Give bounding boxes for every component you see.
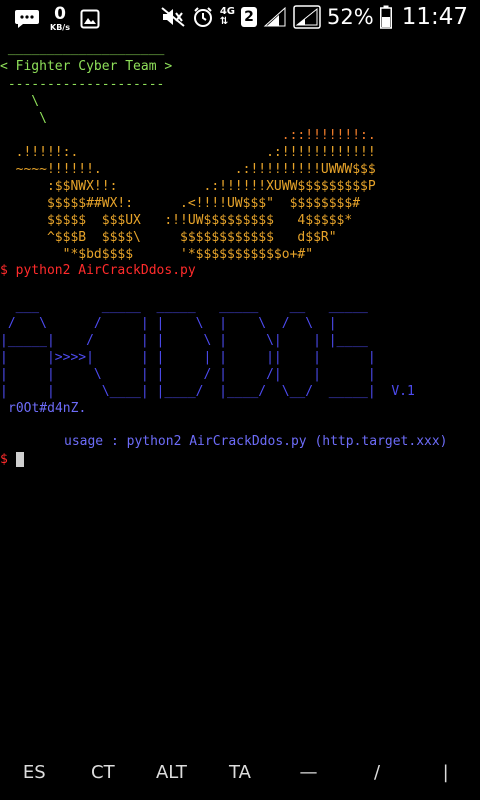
key-alt[interactable]: ALT	[137, 762, 205, 783]
banner-top-rule: ____________________	[0, 41, 165, 56]
signal-strength-sim2-icon	[293, 5, 321, 29]
gallery-notification-icon	[80, 9, 100, 29]
logo-line: / \ / | | \ | \ / \ |	[0, 316, 337, 331]
logo-line: | | \____| |____/ |____/ \__/ _____| V.1	[0, 384, 415, 399]
banner-team-name: < Fighter Cyber Team >	[0, 59, 173, 74]
key-slash[interactable]: /	[343, 762, 411, 783]
mute-icon	[161, 7, 185, 27]
logo-line: |_____| / | | \ | \| | |____	[0, 333, 368, 348]
logo-line: | | \ | | / | /| | |	[0, 367, 376, 382]
logo-line: ___ _____ _____ _____ __ _____	[0, 299, 368, 314]
ascii-art-line: .::!!!!!!!:.	[0, 128, 376, 143]
data-arrows-icon: ⇅	[219, 16, 229, 27]
network-speed: 0 KB/s	[50, 6, 70, 32]
ascii-art-line: .!!!!!:. .:!!!!!!!!!!!!	[0, 145, 376, 160]
author-tag: r0Ot#d4nZ.	[8, 401, 87, 416]
command-prompt: $	[0, 263, 8, 278]
banner-slash-2: \	[0, 111, 47, 126]
network-type: 4G ⇅	[220, 7, 235, 27]
ascii-art-line: :$$NWX!!: .:!!!!!!XUWW$$$$$$$$$P	[0, 179, 376, 194]
command-text: python2 AirCrackDdos.py	[15, 263, 196, 278]
key-control[interactable]: CT	[69, 762, 137, 783]
key-tab[interactable]: TA	[206, 762, 274, 783]
key-pipe[interactable]: |	[412, 762, 480, 783]
clock: 11:47	[401, 4, 468, 30]
chat-notification-icon	[15, 10, 39, 28]
ascii-art-line: ^$$$B $$$$\ $$$$$$$$$$$$ d$$R"	[0, 230, 337, 245]
battery-percent: 52%	[327, 5, 374, 29]
extra-keys-bar: ES CT ALT TA — / |	[0, 744, 480, 800]
usage-text: usage : python2 AirCrackDdos.py (http.ta…	[64, 434, 448, 449]
ascii-art-line: $$$$$ $$$UX :!!UW$$$$$$$$$ 4$$$$$*	[0, 213, 353, 228]
ascii-art-line: ~~~~!!!!!!. .:!!!!!!!!!UWWW$$$	[0, 162, 376, 177]
network-speed-value: 0	[54, 4, 66, 24]
input-line[interactable]: $	[0, 451, 24, 468]
banner-slash-1: \	[0, 94, 40, 109]
network-speed-unit: KB/s	[50, 23, 70, 32]
key-dash[interactable]: —	[275, 762, 343, 783]
key-escape[interactable]: ES	[0, 762, 68, 783]
logo-line: | |>>>>| | | | | || | |	[0, 350, 376, 365]
text-cursor	[15, 452, 24, 467]
banner-dashes: --------------------	[0, 77, 165, 92]
ascii-art-line: "*$bd$$$$ '*$$$$$$$$$$$o+#"	[0, 247, 314, 262]
input-prompt: $	[0, 452, 8, 467]
signal-strength-icon	[263, 6, 286, 27]
status-bar: 0 KB/s 4G ⇅ 2 52% 11:47	[0, 0, 480, 38]
terminal-view[interactable]: ____________________ < Fighter Cyber Tea…	[0, 40, 480, 740]
ascii-art-line: $$$$$##WX!: .<!!!!UW$$$" $$$$$$$$#	[0, 196, 361, 211]
alarm-icon	[193, 7, 212, 27]
command-line: $ python2 AirCrackDdos.py	[0, 262, 196, 279]
sim-slot-badge: 2	[241, 7, 258, 27]
battery-icon	[379, 5, 392, 29]
